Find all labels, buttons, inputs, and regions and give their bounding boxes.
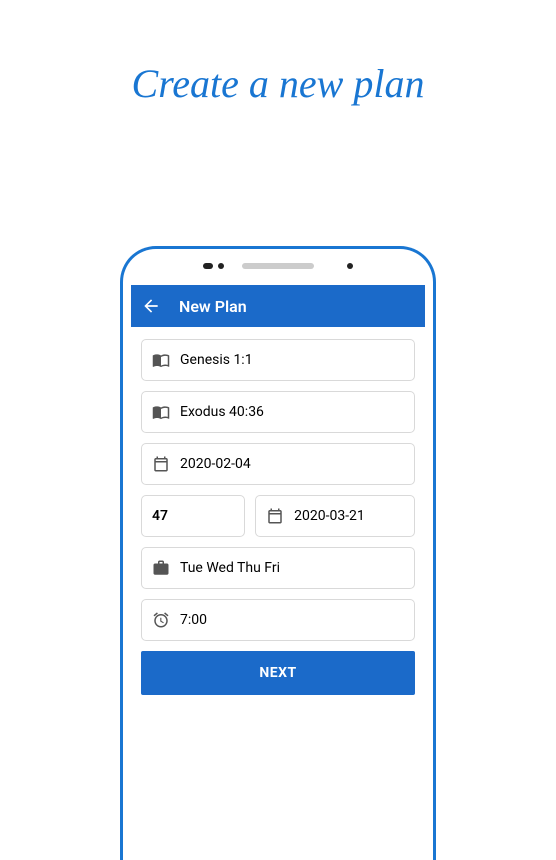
- start-verse-field[interactable]: Genesis 1:1: [141, 339, 415, 381]
- app-bar-title: New Plan: [179, 297, 247, 316]
- phone-sensor: [203, 263, 213, 269]
- reminder-time-field[interactable]: 7:00: [141, 599, 415, 641]
- end-date-field[interactable]: 2020-03-21: [255, 495, 415, 537]
- duration-enddate-row: 47 2020-03-21: [141, 495, 415, 537]
- alarm-icon: [152, 611, 170, 629]
- phone-speaker: [242, 263, 314, 269]
- start-verse-value: Genesis 1:1: [180, 352, 253, 368]
- page-heading: Create a new plan: [0, 60, 556, 107]
- days-of-week-value: Tue Wed Thu Fri: [180, 560, 280, 576]
- phone-side-button: [120, 379, 121, 415]
- briefcase-icon: [152, 559, 170, 577]
- end-date-value: 2020-03-21: [294, 508, 365, 524]
- phone-screen: New Plan Genesis 1:1 Exodus 40:36 2020-0…: [131, 285, 425, 860]
- duration-field[interactable]: 47: [141, 495, 245, 537]
- phone-camera: [347, 263, 353, 269]
- calendar-icon: [152, 455, 170, 473]
- start-date-field[interactable]: 2020-02-04: [141, 443, 415, 485]
- next-button-label: NEXT: [259, 665, 296, 681]
- book-icon: [152, 403, 170, 421]
- days-of-week-field[interactable]: Tue Wed Thu Fri: [141, 547, 415, 589]
- phone-side-button: [120, 425, 121, 461]
- end-verse-value: Exodus 40:36: [180, 404, 264, 420]
- next-button[interactable]: NEXT: [141, 651, 415, 695]
- end-verse-field[interactable]: Exodus 40:36: [141, 391, 415, 433]
- phone-sensor: [218, 263, 224, 269]
- plan-form: Genesis 1:1 Exodus 40:36 2020-02-04 47 2…: [131, 327, 425, 707]
- book-icon: [152, 351, 170, 369]
- duration-value: 47: [152, 508, 168, 524]
- phone-frame: New Plan Genesis 1:1 Exodus 40:36 2020-0…: [120, 246, 436, 860]
- calendar-icon: [266, 507, 284, 525]
- reminder-time-value: 7:00: [180, 612, 207, 628]
- app-bar: New Plan: [131, 285, 425, 327]
- back-arrow-icon[interactable]: [141, 296, 161, 316]
- phone-notch-area: [123, 249, 433, 279]
- start-date-value: 2020-02-04: [180, 456, 251, 472]
